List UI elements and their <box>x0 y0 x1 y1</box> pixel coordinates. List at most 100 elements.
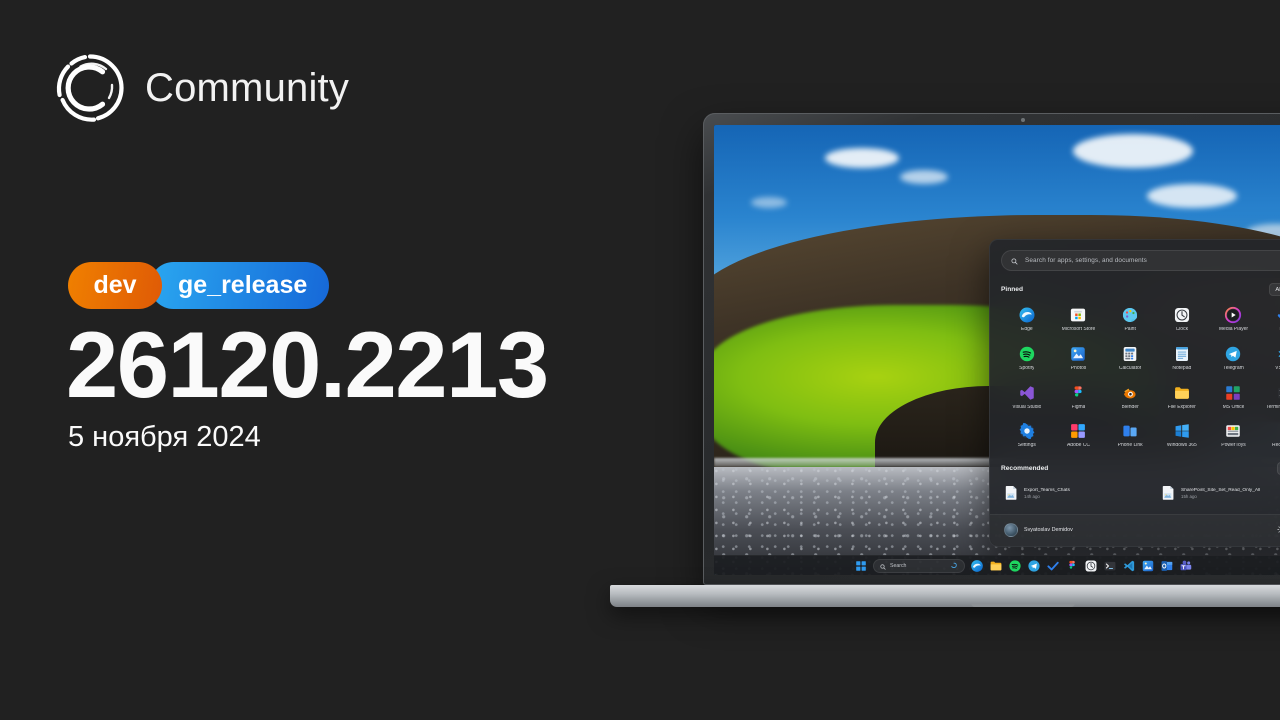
start-search-input[interactable]: Search for apps, settings, and documents <box>1001 250 1280 271</box>
recommended-title: Recommended <box>1001 465 1049 472</box>
powertoys-icon <box>1224 422 1242 440</box>
file-explorer-icon <box>1173 384 1191 402</box>
pinned-app-label: PowerToys <box>1221 443 1246 449</box>
media-player-icon <box>1224 306 1242 324</box>
taskbar-photos-icon[interactable] <box>1141 559 1155 573</box>
taskbar-search-box[interactable]: Search <box>873 557 965 575</box>
copilot-icon[interactable] <box>950 557 958 575</box>
pinned-app-label: Photos <box>1070 365 1087 371</box>
brand-lockup: Community <box>54 52 349 124</box>
pinned-app-photos[interactable]: Photos <box>1053 342 1105 376</box>
release-badges: dev ge_release <box>68 262 330 309</box>
taskbar[interactable]: Search <box>714 555 1280 575</box>
pinned-app-blender[interactable]: Blender <box>1104 381 1156 415</box>
pinned-app-spotify[interactable]: Spotify <box>1001 342 1053 376</box>
pinned-app-settings[interactable]: Settings <box>1001 419 1053 453</box>
pinned-apps-grid: Edge Microsoft Store Paint Clock Media Playe… <box>1001 303 1280 453</box>
pinned-app-notepad[interactable]: Notepad <box>1156 342 1208 376</box>
blender-icon <box>1121 384 1139 402</box>
pinned-app-label: Clock <box>1175 327 1189 332</box>
figma-icon <box>1069 384 1087 402</box>
laptop-screen: Search for apps, settings, and documents… <box>714 125 1280 575</box>
pinned-app-paint[interactable]: Paint <box>1104 303 1156 337</box>
recommended-list: Export_Teams_Chats 14h ago SharePoint_Site… <box>1001 482 1280 504</box>
pinned-app-adobe-cc[interactable]: Adobe CC <box>1053 419 1105 453</box>
terminal-preview-icon <box>1276 384 1280 402</box>
taskbar-app-list <box>970 559 1193 573</box>
pinned-header: Pinned All apps <box>1001 283 1280 296</box>
recommended-item[interactable]: Export_Teams_Chats 14h ago <box>1001 482 1154 504</box>
pinned-app-powertoys[interactable]: PowerToys <box>1208 419 1260 453</box>
pinned-app-label: Figma <box>1071 404 1086 410</box>
all-apps-label: All apps <box>1275 286 1280 293</box>
all-apps-button[interactable]: All apps <box>1269 283 1280 296</box>
branch-badge[interactable]: ge_release <box>150 262 330 309</box>
taskbar-edge-icon[interactable] <box>970 559 984 573</box>
pinned-app-label: Notepad <box>1172 365 1192 371</box>
taskbar-telegram-icon[interactable] <box>1027 559 1041 573</box>
paint-icon <box>1121 306 1139 324</box>
pinned-app-label: Visual Studio <box>1012 404 1042 410</box>
pinned-app-telegram[interactable]: Telegram <box>1208 342 1260 376</box>
pinned-app-label: Calculator <box>1118 365 1142 371</box>
pinned-app-label: Settings <box>1017 443 1036 449</box>
pinned-app-recycle-bin[interactable]: Recycle Bin <box>1259 419 1280 453</box>
recommended-item[interactable]: SharePoint_Site_Set_Read_Only_All 15h ago <box>1158 482 1280 504</box>
pinned-app-label: Microsoft Store <box>1061 327 1096 332</box>
taskbar-file-explorer-icon[interactable] <box>989 559 1003 573</box>
pinned-app-windows-365[interactable]: Windows 365 <box>1156 419 1208 453</box>
settings-gear-icon <box>1018 422 1036 440</box>
pinned-app-label: Blender <box>1121 404 1139 410</box>
pinned-app-clock[interactable]: Clock <box>1156 303 1208 337</box>
recommended-item-name: Export_Teams_Chats <box>1024 487 1070 493</box>
document-icon <box>1162 485 1176 501</box>
photos-icon <box>1069 345 1087 363</box>
pinned-app-label: Media Player <box>1218 327 1249 332</box>
windows-start-icon[interactable] <box>854 559 868 573</box>
notepad-icon <box>1173 345 1191 363</box>
recommended-header: Recommended More <box>1001 462 1280 475</box>
channel-badge[interactable]: dev <box>68 262 162 309</box>
pinned-title: Pinned <box>1001 286 1023 293</box>
pinned-app-label: Phone Link <box>1117 443 1143 449</box>
pinned-app-media-player[interactable]: Media Player <box>1208 303 1260 337</box>
taskbar-figma-icon[interactable] <box>1065 559 1079 573</box>
laptop-mockup: Search for apps, settings, and documents… <box>610 113 1280 623</box>
webcam-icon <box>1021 118 1025 122</box>
calculator-icon <box>1121 345 1139 363</box>
pinned-app-label: Recycle Bin <box>1271 443 1280 449</box>
start-menu[interactable]: Search for apps, settings, and documents… <box>989 239 1280 547</box>
pinned-app-visual-studio[interactable]: Visual Studio <box>1001 381 1053 415</box>
taskbar-clock-icon[interactable] <box>1084 559 1098 573</box>
pinned-app-phone-link[interactable]: Phone Link <box>1104 419 1156 453</box>
taskbar-to-do-icon[interactable] <box>1046 559 1060 573</box>
pinned-app-vs-code[interactable]: VS Code <box>1259 342 1280 376</box>
recommended-item-name: SharePoint_Site_Set_Read_Only_All <box>1181 487 1261 493</box>
taskbar-outlook-icon[interactable] <box>1160 559 1174 573</box>
pinned-app-microsoft-store[interactable]: Microsoft Store <box>1053 303 1105 337</box>
pinned-app-calculator[interactable]: Calculator <box>1104 342 1156 376</box>
pinned-app-figma[interactable]: Figma <box>1053 381 1105 415</box>
pinned-app-file-explorer[interactable]: File Explorer <box>1156 381 1208 415</box>
taskbar-vs-code-icon[interactable] <box>1122 559 1136 573</box>
user-account-button[interactable]: Svyatoslav Demidov <box>1004 523 1073 537</box>
pinned-app-edge[interactable]: Edge <box>1001 303 1053 337</box>
taskbar-teams-icon[interactable] <box>1179 559 1193 573</box>
build-date: 5 ноября 2024 <box>68 421 261 453</box>
pinned-app-label: Adobe CC <box>1066 443 1091 449</box>
recycle-bin-icon <box>1276 422 1280 440</box>
pinned-app-to-do[interactable]: To Do <box>1259 303 1280 337</box>
pinned-app-terminal-preview[interactable]: Terminal Preview <box>1259 381 1280 415</box>
recommended-item-time: 14h ago <box>1024 493 1040 499</box>
pinned-app-label: MS Office <box>1222 404 1245 410</box>
start-menu-footer: Svyatoslav Demidov <box>990 514 1280 546</box>
microsoft-store-icon <box>1069 306 1087 324</box>
pinned-app-label: Telegram <box>1223 365 1244 371</box>
taskbar-terminal-icon[interactable] <box>1103 559 1117 573</box>
pinned-app-label: File Explorer <box>1167 404 1196 410</box>
recommended-item-time: 15h ago <box>1181 493 1197 499</box>
taskbar-spotify-icon[interactable] <box>1008 559 1022 573</box>
pinned-app-label: Edge <box>1020 327 1033 332</box>
pinned-app-label: Terminal Preview <box>1266 404 1280 410</box>
pinned-app-ms-office[interactable]: MS Office <box>1208 381 1260 415</box>
